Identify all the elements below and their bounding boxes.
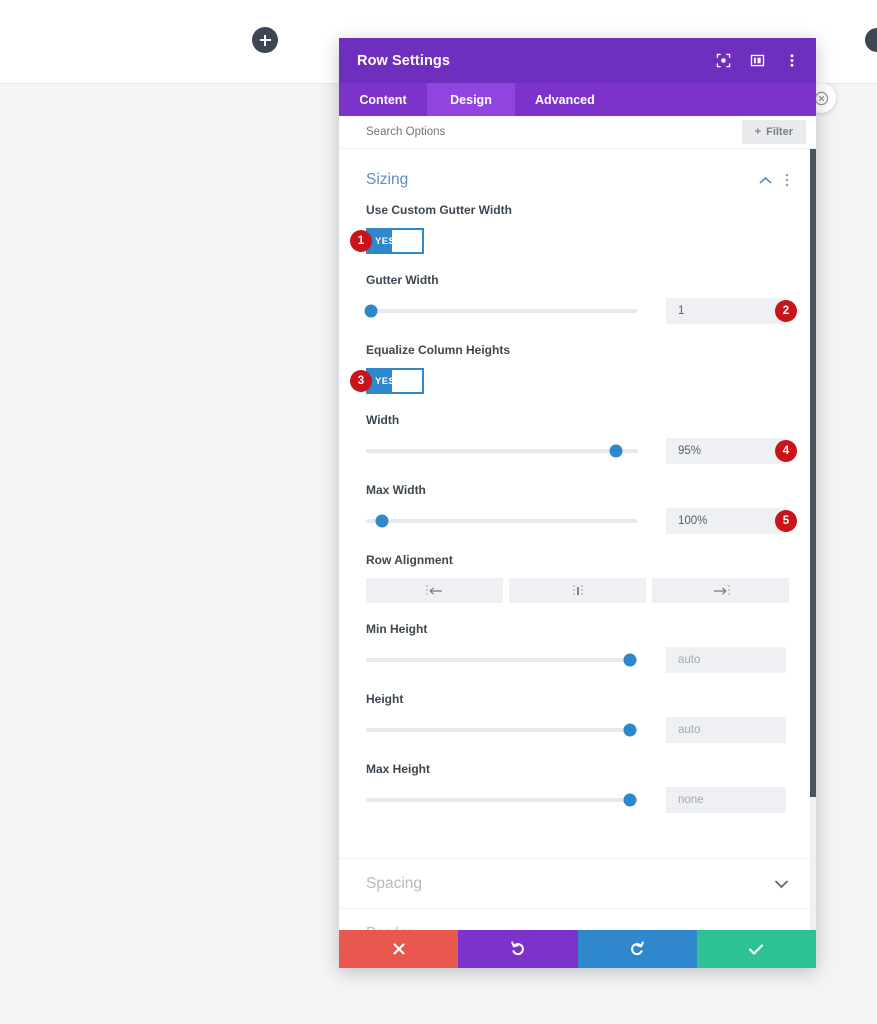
toggle-use-custom-gutter-width[interactable]: YES (366, 228, 424, 254)
close-icon (393, 943, 405, 955)
slider-thumb-max-width[interactable] (375, 514, 389, 528)
fullscreen-icon[interactable] (715, 52, 732, 69)
save-button[interactable] (696, 930, 816, 968)
chevron-down-icon (774, 929, 789, 931)
sizing-section: Sizing Use Custom Gutter Width 1 YES Gut… (339, 149, 816, 858)
slider-track-height[interactable] (366, 723, 638, 737)
scrollbar-thumb[interactable] (810, 149, 816, 797)
more-options-icon[interactable] (783, 52, 800, 69)
field-use-custom-gutter-width: Use Custom Gutter Width 1 YES (350, 203, 789, 254)
undo-button[interactable] (458, 930, 578, 968)
align-center-button[interactable] (509, 578, 646, 603)
section-spacing[interactable]: Spacing (339, 858, 816, 908)
field-label: Height (366, 692, 404, 706)
step-badge-3: 3 (350, 370, 372, 392)
field-label: Equalize Column Heights (366, 343, 511, 357)
tab-content[interactable]: Content (339, 83, 427, 116)
undo-icon (511, 941, 524, 956)
value-input-min-height[interactable]: auto (666, 647, 786, 673)
modal-scroll-body: Sizing Use Custom Gutter Width 1 YES Gut… (339, 149, 816, 930)
align-center-icon (572, 584, 583, 597)
redo-icon (631, 941, 644, 956)
field-height: Height auto (366, 692, 789, 743)
slider-track-max-height[interactable] (366, 793, 638, 807)
toggle-equalize-column-heights[interactable]: YES (366, 368, 424, 394)
value-input-max-width[interactable]: 100% (666, 508, 786, 534)
step-badge-5: 5 (775, 510, 797, 532)
modal-tabs: Content Design Advanced (339, 83, 816, 116)
chevron-up-icon[interactable] (759, 176, 772, 185)
modal-header-actions (715, 52, 800, 69)
slider-thumb-width[interactable] (609, 444, 623, 458)
slider-thumb-min-height[interactable] (623, 653, 637, 667)
layout-columns-icon[interactable] (749, 52, 766, 69)
step-badge-2: 2 (775, 300, 797, 322)
slider-track-width[interactable] (366, 444, 638, 458)
align-left-button[interactable] (366, 578, 503, 603)
field-gutter-width: Gutter Width 1 2 (364, 273, 797, 324)
section-border[interactable]: Border (339, 908, 816, 930)
modal-footer (339, 930, 816, 968)
slider-track-max-width[interactable] (366, 514, 638, 528)
check-icon (749, 943, 764, 955)
field-max-height: Max Height none (366, 762, 789, 813)
row-settings-modal: Row Settings Content Design Advanced Sea… (339, 38, 816, 968)
section-label: Border (366, 925, 774, 931)
sizing-section-header[interactable]: Sizing (366, 149, 789, 203)
step-badge-4: 4 (775, 440, 797, 462)
tab-design[interactable]: Design (427, 83, 515, 116)
chevron-down-icon (775, 880, 788, 888)
field-label: Use Custom Gutter Width (366, 203, 512, 217)
align-left-icon (425, 584, 442, 597)
value-input-max-height[interactable]: none (666, 787, 786, 813)
sizing-options-icon[interactable] (785, 173, 789, 187)
modal-header: Row Settings (339, 38, 816, 83)
value-input-width[interactable]: 95% (666, 438, 786, 464)
sizing-section-title: Sizing (366, 171, 409, 188)
filter-button[interactable]: + Filter (741, 120, 806, 144)
field-label: Width (366, 413, 400, 427)
field-row-alignment: Row Alignment (366, 553, 789, 603)
field-label: Max Width (366, 483, 426, 497)
section-label: Spacing (366, 874, 423, 892)
scrollbar-track[interactable] (810, 149, 816, 930)
slider-track-min-height[interactable] (366, 653, 638, 667)
cancel-button[interactable] (339, 930, 459, 968)
toggle-knob (392, 370, 422, 392)
value-input-gutter-width[interactable]: 1 (666, 298, 786, 324)
step-badge-1: 1 (350, 230, 372, 252)
field-label: Row Alignment (366, 553, 453, 567)
align-right-button[interactable] (652, 578, 789, 603)
options-toolbar: + Filter (339, 116, 816, 149)
align-right-icon (713, 584, 730, 597)
field-min-height: Min Height auto (366, 622, 789, 673)
field-max-width: Max Width 100% 5 (366, 483, 797, 534)
slider-thumb-height[interactable] (623, 723, 637, 737)
slider-track-gutter-width[interactable] (364, 304, 638, 318)
plus-icon: + (754, 126, 762, 138)
field-label: Min Height (366, 622, 428, 636)
add-section-button[interactable] (252, 27, 278, 53)
toggle-knob (392, 230, 422, 252)
filter-button-label: Filter (766, 126, 793, 138)
page-title: Row Settings (357, 52, 451, 69)
field-equalize-column-heights: Equalize Column Heights 3 YES (350, 343, 789, 394)
field-label: Max Height (366, 762, 431, 776)
field-width: Width 95% 4 (366, 413, 797, 464)
search-input[interactable] (366, 126, 742, 138)
tab-advanced[interactable]: Advanced (515, 83, 615, 116)
redo-button[interactable] (577, 930, 697, 968)
value-input-height[interactable]: auto (666, 717, 786, 743)
slider-thumb-gutter-width[interactable] (364, 304, 378, 318)
slider-thumb-max-height[interactable] (623, 793, 637, 807)
field-label: Gutter Width (366, 273, 439, 287)
